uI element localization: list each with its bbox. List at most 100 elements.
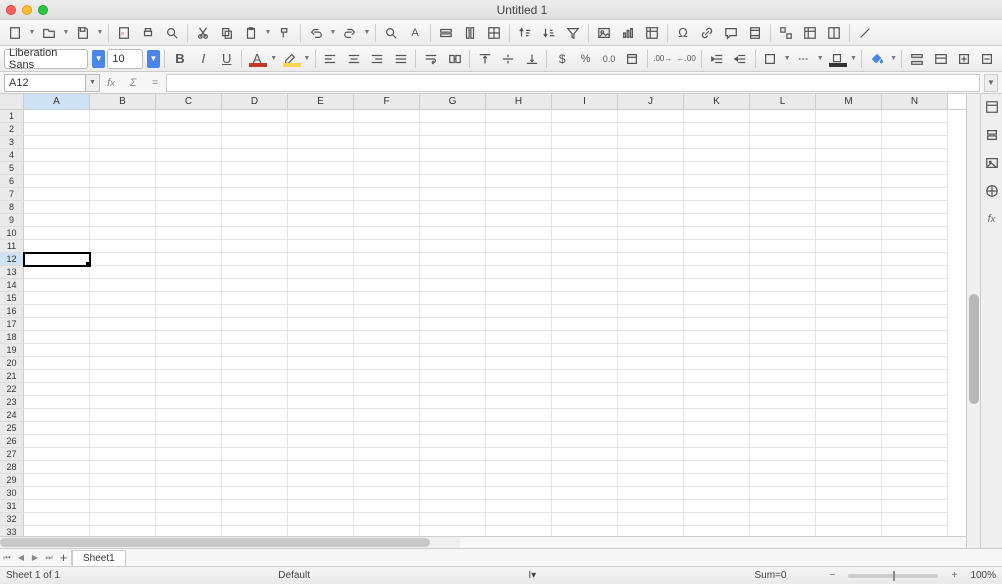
cell-K13[interactable] [684, 266, 750, 279]
cell-C18[interactable] [156, 331, 222, 344]
font-color-dropdown[interactable]: ▼ [270, 55, 278, 62]
cell-A33[interactable] [24, 526, 90, 536]
cell-N7[interactable] [882, 188, 948, 201]
cell-L14[interactable] [750, 279, 816, 292]
cell-F15[interactable] [354, 292, 420, 305]
cell-M11[interactable] [816, 240, 882, 253]
cell-M32[interactable] [816, 513, 882, 526]
cell-B24[interactable] [90, 409, 156, 422]
print-button[interactable] [137, 23, 159, 43]
cell-K9[interactable] [684, 214, 750, 227]
italic-button[interactable]: I [193, 49, 214, 69]
cell-G26[interactable] [420, 435, 486, 448]
cell-D5[interactable] [222, 162, 288, 175]
undo-button[interactable] [305, 23, 327, 43]
cell-L26[interactable] [750, 435, 816, 448]
cell-E25[interactable] [288, 422, 354, 435]
cell-F7[interactable] [354, 188, 420, 201]
cell-D9[interactable] [222, 214, 288, 227]
name-box[interactable]: A12 [4, 74, 86, 92]
cell-I1[interactable] [552, 110, 618, 123]
cell-E19[interactable] [288, 344, 354, 357]
row-header-7[interactable]: 7 [0, 188, 24, 201]
cell-N5[interactable] [882, 162, 948, 175]
cell-N6[interactable] [882, 175, 948, 188]
cell-G4[interactable] [420, 149, 486, 162]
cell-K17[interactable] [684, 318, 750, 331]
row-header-18[interactable]: 18 [0, 331, 24, 344]
cell-N32[interactable] [882, 513, 948, 526]
cell-H6[interactable] [486, 175, 552, 188]
equals-button[interactable]: = [144, 74, 166, 92]
cell-N3[interactable] [882, 136, 948, 149]
cell-H10[interactable] [486, 227, 552, 240]
cell-J4[interactable] [618, 149, 684, 162]
cell-I23[interactable] [552, 396, 618, 409]
cell-L16[interactable] [750, 305, 816, 318]
cell-F14[interactable] [354, 279, 420, 292]
cell-M26[interactable] [816, 435, 882, 448]
cell-I7[interactable] [552, 188, 618, 201]
new-document-button[interactable] [4, 23, 26, 43]
column-header-J[interactable]: J [618, 94, 684, 109]
cell-E29[interactable] [288, 474, 354, 487]
cell-F3[interactable] [354, 136, 420, 149]
cell-F9[interactable] [354, 214, 420, 227]
cell-M9[interactable] [816, 214, 882, 227]
cell-N11[interactable] [882, 240, 948, 253]
column-header-G[interactable]: G [420, 94, 486, 109]
cell-H22[interactable] [486, 383, 552, 396]
cell-K2[interactable] [684, 123, 750, 136]
cell-C16[interactable] [156, 305, 222, 318]
column-header-F[interactable]: F [354, 94, 420, 109]
row-header-15[interactable]: 15 [0, 292, 24, 305]
cell-B20[interactable] [90, 357, 156, 370]
horizontal-scrollbar[interactable] [0, 536, 966, 548]
cell-G3[interactable] [420, 136, 486, 149]
cell-J3[interactable] [618, 136, 684, 149]
cell-H19[interactable] [486, 344, 552, 357]
cell-K4[interactable] [684, 149, 750, 162]
tab-last-button[interactable]: ⏭ [42, 550, 56, 566]
cell-A32[interactable] [24, 513, 90, 526]
row-header-31[interactable]: 31 [0, 500, 24, 513]
column-header-I[interactable]: I [552, 94, 618, 109]
cell-C8[interactable] [156, 201, 222, 214]
cell-D19[interactable] [222, 344, 288, 357]
cell-F5[interactable] [354, 162, 420, 175]
add-decimal-button[interactable]: .00→ [652, 49, 673, 69]
cell-L10[interactable] [750, 227, 816, 240]
cell-E22[interactable] [288, 383, 354, 396]
cell-D18[interactable] [222, 331, 288, 344]
row-header-13[interactable]: 13 [0, 266, 24, 279]
cell-L1[interactable] [750, 110, 816, 123]
cell-N13[interactable] [882, 266, 948, 279]
cell-D15[interactable] [222, 292, 288, 305]
cell-D25[interactable] [222, 422, 288, 435]
cell-B10[interactable] [90, 227, 156, 240]
insert-special-char-button[interactable]: Ω [672, 23, 694, 43]
cell-A19[interactable] [24, 344, 90, 357]
cell-E8[interactable] [288, 201, 354, 214]
cell-E27[interactable] [288, 448, 354, 461]
cell-F24[interactable] [354, 409, 420, 422]
cell-M24[interactable] [816, 409, 882, 422]
cell-L17[interactable] [750, 318, 816, 331]
cell-C22[interactable] [156, 383, 222, 396]
cell-B9[interactable] [90, 214, 156, 227]
cell-K26[interactable] [684, 435, 750, 448]
cell-M30[interactable] [816, 487, 882, 500]
cell-N26[interactable] [882, 435, 948, 448]
cell-C14[interactable] [156, 279, 222, 292]
cell-K27[interactable] [684, 448, 750, 461]
cell-I15[interactable] [552, 292, 618, 305]
cell-D8[interactable] [222, 201, 288, 214]
cell-I4[interactable] [552, 149, 618, 162]
cell-L7[interactable] [750, 188, 816, 201]
cell-L2[interactable] [750, 123, 816, 136]
column-header-N[interactable]: N [882, 94, 948, 109]
cell-G24[interactable] [420, 409, 486, 422]
cell-E12[interactable] [288, 253, 354, 266]
formula-input[interactable] [166, 74, 980, 92]
cell-G27[interactable] [420, 448, 486, 461]
